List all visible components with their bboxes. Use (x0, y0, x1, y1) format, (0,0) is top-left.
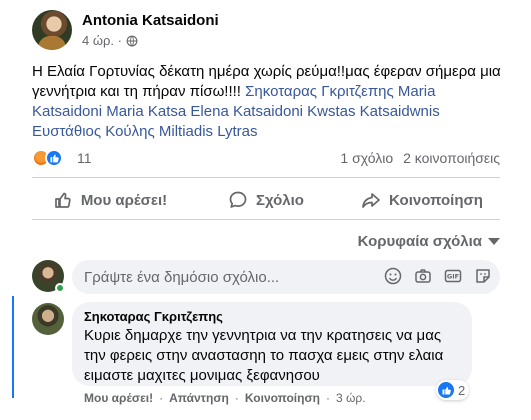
post-actions: Μου αρέσει! Σχόλιο Κοινοποίηση (32, 183, 500, 217)
comment-share-button[interactable]: Κοινοποίηση (245, 391, 320, 405)
separator-dot: · (326, 391, 331, 405)
comment-like-count: 2 (458, 382, 466, 398)
like-label: Μου αρέσει! (80, 191, 168, 209)
chevron-down-icon (488, 238, 500, 245)
comment-actions: Μου αρέσει! · Απάντηση · Κοινοποίηση · 3… (84, 391, 366, 405)
like-button[interactable]: Μου αρέσει! (32, 183, 188, 217)
comment-author[interactable]: Σηκοταρας Γκριτζεπης (84, 309, 460, 325)
comment-icon (229, 191, 247, 208)
divider-bottom (32, 219, 500, 220)
like-reaction-icon (438, 382, 454, 398)
post-stats: 11 1 σχόλιο 2 κοινοποιήσεις (32, 148, 500, 170)
svg-text:GIF: GIF (447, 273, 459, 281)
composer-tools: GIF (384, 267, 492, 285)
comment-placeholder: Γράψτε ένα δημόσιο σχόλιο... (84, 269, 280, 286)
online-status-icon (55, 283, 65, 293)
comment-reply-button[interactable]: Απάντηση (169, 391, 229, 405)
comment-sort-dropdown[interactable]: Κορυφαία σχόλια (358, 233, 500, 250)
comment-reactions[interactable]: 2 (436, 380, 470, 400)
post-meta: 4 ώρ. · (82, 33, 138, 48)
camera-icon[interactable] (414, 267, 432, 285)
share-label: Κοινοποίηση (389, 191, 483, 209)
comment-like-button[interactable]: Μου αρέσει! (84, 391, 153, 405)
emoji-icon[interactable] (384, 267, 402, 285)
reaction-count[interactable]: 11 (77, 150, 92, 166)
author-avatar[interactable] (32, 10, 72, 50)
gif-icon[interactable]: GIF (444, 267, 462, 285)
comment-count[interactable]: 1 σχόλιο (340, 150, 393, 166)
globe-icon (126, 35, 138, 46)
comment-button[interactable]: Σχόλιο (188, 183, 344, 217)
separator-dot: · (159, 391, 164, 405)
sticker-icon[interactable] (474, 267, 492, 285)
post-header: Antonia Katsaidoni 4 ώρ. · (32, 10, 512, 54)
author-name[interactable]: Antonia Katsaidoni (82, 12, 219, 29)
separator-dot: · (234, 391, 239, 405)
sort-label: Κορυφαία σχόλια (357, 233, 482, 250)
comment-label: Σχόλιο (256, 191, 304, 209)
share-count[interactable]: 2 κοινοποιήσεις (403, 150, 500, 166)
comment-text: Κυριε δημαρχε την γεννητρια να την κρατη… (84, 327, 444, 384)
post-text: Η Ελαία Γορτυνίας δέκατη ημέρα χωρίς ρεύ… (32, 62, 507, 142)
share-button[interactable]: Κοινοποίηση (344, 183, 500, 217)
post-time[interactable]: 4 ώρ. · (82, 33, 122, 48)
divider-top (32, 177, 500, 178)
comment-avatar[interactable] (32, 303, 64, 335)
share-icon (362, 193, 380, 208)
thumbs-up-icon (54, 192, 71, 208)
thread-indicator (12, 296, 14, 398)
like-reaction-icon[interactable] (45, 149, 63, 167)
comment-time[interactable]: 3 ώρ. (336, 391, 366, 405)
comment-bubble: Σηκοταρας Γκριτζεπης Κυριε δημαρχε την γ… (72, 302, 472, 386)
comment-input[interactable]: Γράψτε ένα δημόσιο σχόλιο... GIF (72, 260, 500, 294)
